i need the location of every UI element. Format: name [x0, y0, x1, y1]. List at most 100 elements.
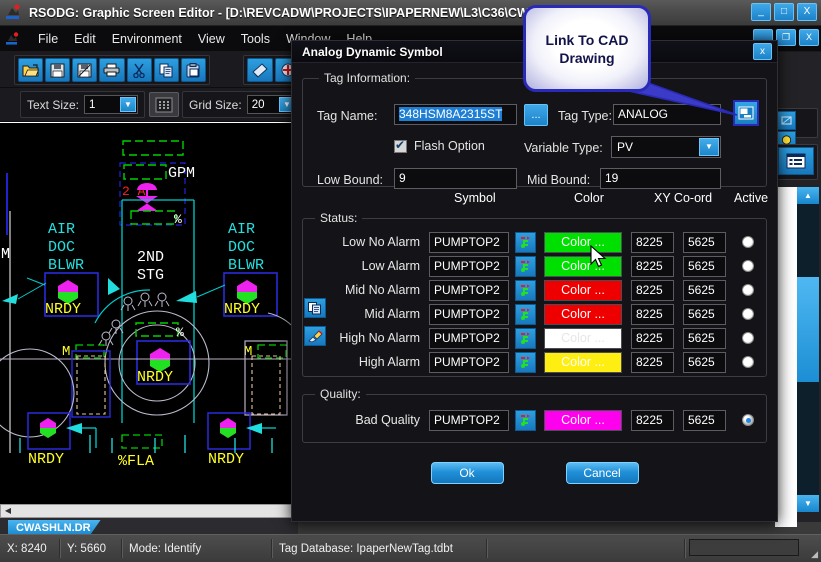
- symbol-input[interactable]: PUMPTOP2: [429, 255, 509, 277]
- y-coord-input[interactable]: 5625: [683, 279, 726, 301]
- flash-option-row[interactable]: Flash Option: [394, 138, 485, 153]
- y-coord-input[interactable]: 5625: [683, 255, 726, 277]
- table-row: Low Alarm PUMPTOP2 Color ... 8225 5625: [311, 255, 758, 277]
- color-button[interactable]: Color ...: [544, 327, 622, 349]
- mid-bound-input[interactable]: 19: [600, 168, 721, 189]
- menu-file[interactable]: File: [30, 29, 66, 49]
- symbol-picker-icon[interactable]: [515, 231, 536, 253]
- color-button[interactable]: Color ...: [544, 279, 622, 301]
- x-coord-input[interactable]: 8225: [631, 327, 674, 349]
- table-row: High No Alarm PUMPTOP2 Color ... 8225 5625: [311, 327, 758, 349]
- active-radio[interactable]: [742, 414, 754, 426]
- symbol-input[interactable]: PUMPTOP2: [429, 351, 509, 373]
- symbol-input[interactable]: PUMPTOP2: [429, 279, 509, 301]
- cancel-button[interactable]: Cancel: [565, 462, 639, 484]
- copy-icon[interactable]: [153, 58, 179, 82]
- scrollbar-thumb[interactable]: [797, 277, 819, 382]
- x-coord-input[interactable]: 8225: [631, 409, 674, 431]
- symbol-picker-icon[interactable]: [515, 255, 536, 277]
- mdi-restore-button[interactable]: ❐: [776, 29, 796, 46]
- paste-icon[interactable]: [180, 58, 206, 82]
- print-icon[interactable]: [99, 58, 125, 82]
- window-close-button[interactable]: X: [797, 3, 817, 21]
- window-controls: _ □ X: [751, 3, 817, 21]
- low-bound-input[interactable]: 9: [394, 168, 517, 189]
- grid-size-combo[interactable]: 20 ▼: [246, 95, 297, 114]
- x-coord-input[interactable]: 8225: [631, 351, 674, 373]
- color-button[interactable]: Color ...: [544, 409, 622, 431]
- x-coord-input[interactable]: 8225: [631, 255, 674, 277]
- menu-tools[interactable]: Tools: [233, 29, 278, 49]
- toolbar-file-group: [14, 55, 210, 85]
- svg-text:%FLA: %FLA: [118, 453, 154, 470]
- active-radio[interactable]: [742, 236, 754, 248]
- menu-environment[interactable]: Environment: [104, 29, 190, 49]
- active-radio[interactable]: [742, 332, 754, 344]
- color-button[interactable]: Color ...: [544, 231, 622, 253]
- quality-legend: Quality:: [320, 387, 361, 401]
- symbol-picker-icon[interactable]: [515, 409, 536, 431]
- cut-icon[interactable]: [126, 58, 152, 82]
- color-button[interactable]: Color ...: [544, 255, 622, 277]
- y-coord-input[interactable]: 5625: [683, 303, 726, 325]
- symbol-input[interactable]: PUMPTOP2: [429, 231, 509, 253]
- symbol-picker-icon[interactable]: [515, 303, 536, 325]
- y-coord-input[interactable]: 5625: [683, 327, 726, 349]
- y-coord-input[interactable]: 5625: [683, 231, 726, 253]
- open-icon[interactable]: [18, 58, 44, 82]
- mdi-close-button[interactable]: X: [799, 29, 819, 46]
- text-size-combo[interactable]: 1 ▼: [84, 95, 138, 114]
- active-radio[interactable]: [742, 260, 754, 272]
- dialog-close-button[interactable]: x: [753, 43, 772, 60]
- x-coord-input[interactable]: 8225: [631, 303, 674, 325]
- scroll-up-icon[interactable]: ▲: [797, 187, 819, 204]
- symbol-input[interactable]: PUMPTOP2: [429, 409, 509, 431]
- svg-text:2ND: 2ND: [137, 249, 164, 266]
- row-label: High No Alarm: [339, 331, 420, 345]
- right-vertical-scrollbar[interactable]: ▲ ▼: [797, 187, 819, 512]
- y-coord-input[interactable]: 5625: [683, 351, 726, 373]
- scroll-down-icon[interactable]: ▼: [797, 495, 819, 512]
- ok-button[interactable]: Ok: [430, 462, 504, 484]
- y-coord-input[interactable]: 5625: [683, 409, 726, 431]
- variable-type-combo[interactable]: PV ▼: [611, 136, 721, 158]
- cad-canvas[interactable]: M GPM 2 A % AIR DOC BLWR AIR DOC BLWR 2N…: [0, 122, 298, 504]
- active-radio[interactable]: [742, 308, 754, 320]
- menu-edit[interactable]: Edit: [66, 29, 104, 49]
- status-side-icon-copy[interactable]: [304, 298, 326, 318]
- window-minimize-button[interactable]: _: [751, 3, 771, 21]
- grid-toggle-button[interactable]: [149, 92, 179, 117]
- scroll-left-icon[interactable]: ◀: [1, 505, 15, 517]
- tag-name-input[interactable]: 348HSM8A2315ST: [394, 104, 517, 125]
- active-radio[interactable]: [742, 356, 754, 368]
- chevron-down-icon[interactable]: ▼: [699, 138, 719, 156]
- cad-horizontal-scrollbar[interactable]: ◀: [0, 504, 298, 518]
- row-label: Low Alarm: [361, 259, 420, 273]
- symbol-input[interactable]: PUMPTOP2: [429, 327, 509, 349]
- x-coord-input[interactable]: 8225: [631, 231, 674, 253]
- dialog-body: Tag Information: Tag Name: 348HSM8A2315S…: [292, 63, 777, 523]
- resize-grip-icon[interactable]: ◢: [811, 549, 818, 560]
- symbol-input[interactable]: PUMPTOP2: [429, 303, 509, 325]
- window-maximize-button[interactable]: □: [774, 3, 794, 21]
- svg-text:NRDY: NRDY: [224, 301, 260, 318]
- menu-view[interactable]: View: [190, 29, 233, 49]
- chevron-down-icon[interactable]: ▼: [120, 97, 136, 112]
- variable-type-label: Variable Type:: [524, 141, 603, 155]
- tag-name-browse-button[interactable]: ...: [524, 104, 548, 126]
- x-coord-input[interactable]: 8225: [631, 279, 674, 301]
- flash-option-checkbox[interactable]: [394, 138, 407, 153]
- symbol-picker-icon[interactable]: [515, 327, 536, 349]
- color-button[interactable]: Color ...: [544, 351, 622, 373]
- shape-tool-icon[interactable]: [777, 111, 796, 130]
- list-panel-icon[interactable]: [778, 147, 814, 175]
- eraser-icon[interactable]: [247, 58, 273, 82]
- save-as-icon[interactable]: [72, 58, 98, 82]
- status-column-headers: Symbol Color XY Co-ord Active: [302, 191, 768, 209]
- color-button[interactable]: Color ...: [544, 303, 622, 325]
- save-icon[interactable]: [45, 58, 71, 82]
- active-radio[interactable]: [742, 284, 754, 296]
- symbol-picker-icon[interactable]: [515, 351, 536, 373]
- symbol-picker-icon[interactable]: [515, 279, 536, 301]
- status-side-icon-paint[interactable]: [304, 326, 326, 346]
